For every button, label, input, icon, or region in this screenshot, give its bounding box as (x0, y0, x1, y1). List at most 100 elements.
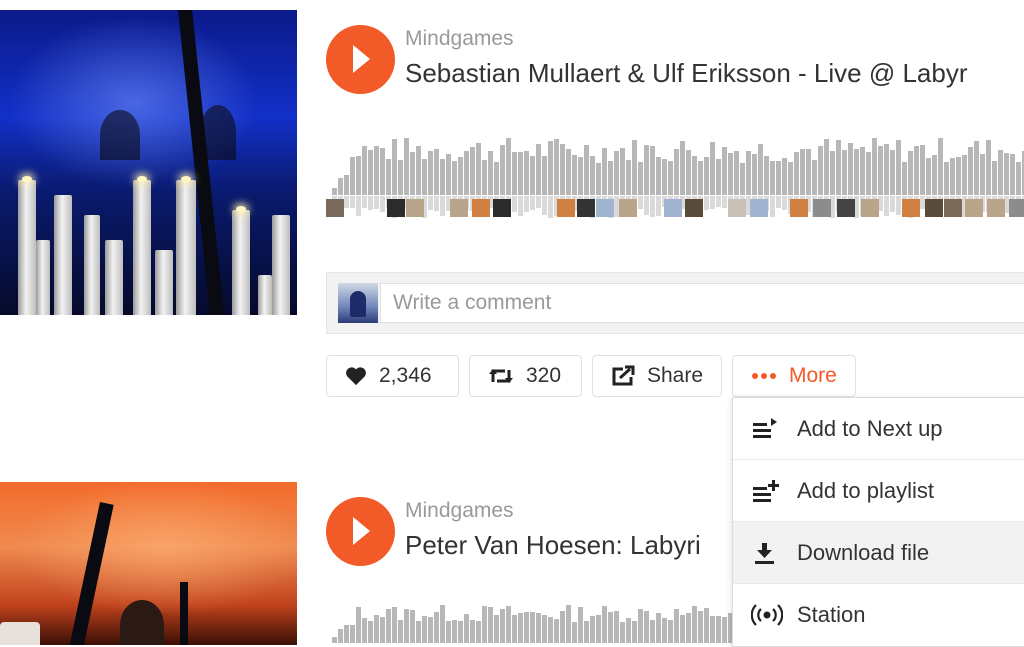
waveform-bar (458, 156, 463, 195)
waveform-bar (614, 151, 619, 195)
waveform-bar (596, 162, 601, 195)
waveform-comment-avatar[interactable] (728, 199, 746, 217)
track-uploader[interactable]: Mindgames (405, 499, 514, 523)
comment-input[interactable] (380, 283, 1024, 323)
waveform-bar (530, 156, 535, 195)
waveform-bar (554, 618, 559, 643)
waveform-bar (866, 151, 871, 195)
waveform-comment-avatar[interactable] (750, 199, 768, 217)
artwork-candle (105, 240, 123, 315)
waveform-bar (644, 611, 649, 643)
waveform-comment-avatar[interactable] (1009, 199, 1024, 217)
menu-item-download-file[interactable]: Download file (733, 522, 1024, 584)
repost-button[interactable]: 320 (469, 355, 582, 397)
waveform-bar (746, 151, 751, 195)
waveform-bar (758, 144, 763, 195)
waveform-comment-avatar[interactable] (965, 199, 983, 217)
waveform-bar (926, 157, 931, 195)
waveform-comment-avatar[interactable] (557, 199, 575, 217)
waveform-bar (824, 139, 829, 195)
more-button[interactable]: More (732, 355, 856, 397)
play-button[interactable] (326, 497, 395, 566)
waveform-comment-avatar[interactable] (493, 199, 511, 217)
track-uploader[interactable]: Mindgames (405, 27, 514, 51)
waveform-bar (662, 158, 667, 195)
waveform-comment-avatar[interactable] (577, 199, 595, 217)
waveform-bar (392, 138, 397, 195)
waveform-comment-avatar[interactable] (902, 199, 920, 217)
menu-item-add-to-next-up[interactable]: Add to Next up (733, 398, 1024, 460)
waveform-comment-avatar[interactable] (685, 199, 703, 217)
waveform[interactable] (326, 122, 1024, 228)
waveform-bar (728, 152, 733, 195)
waveform-bar (668, 620, 673, 643)
track-artwork[interactable] (0, 482, 297, 645)
waveform-comment-avatar[interactable] (987, 199, 1005, 217)
waveform-bar (482, 159, 487, 195)
track-title[interactable]: Peter Van Hoesen: Labyri (405, 530, 701, 561)
waveform-bar (494, 615, 499, 643)
menu-item-station[interactable]: Station (733, 584, 1024, 646)
waveform-bar (494, 161, 499, 195)
waveform-bar (938, 138, 943, 195)
like-button[interactable]: 2,346 (326, 355, 459, 397)
waveform-comment-avatar[interactable] (925, 199, 943, 217)
waveform-comment-avatar[interactable] (326, 199, 344, 217)
waveform-bar (680, 141, 685, 195)
waveform-comment-avatar[interactable] (472, 199, 490, 217)
waveform-bar (368, 196, 373, 210)
waveform-comment-avatar[interactable] (813, 199, 831, 217)
menu-item-add-to-playlist[interactable]: Add to playlist (733, 460, 1024, 522)
waveform-bar (512, 151, 517, 195)
more-dots-icon (751, 372, 777, 380)
waveform-bar (692, 155, 697, 195)
waveform-bar (680, 614, 685, 643)
waveform-bar (440, 159, 445, 195)
waveform-comment-avatar[interactable] (664, 199, 682, 217)
track-artwork[interactable] (0, 10, 297, 315)
share-button[interactable]: Share (592, 355, 722, 397)
waveform-bar (404, 609, 409, 643)
waveform-bar (440, 605, 445, 643)
waveform-bar (524, 611, 529, 643)
waveform-bar (656, 157, 661, 195)
waveform-comment-avatar[interactable] (596, 199, 614, 217)
waveform-comment-avatar[interactable] (387, 199, 405, 217)
waveform-bar (896, 140, 901, 195)
waveform-bar (716, 196, 721, 207)
waveform-bar (950, 158, 955, 195)
waveform-comment-avatar[interactable] (790, 199, 808, 217)
waveform-bar (380, 148, 385, 195)
waveform-bar (356, 196, 361, 216)
artwork-flame (236, 206, 246, 212)
waveform-bar (518, 151, 523, 195)
artwork-candle (18, 180, 36, 315)
waveform-comment-avatar[interactable] (450, 199, 468, 217)
waveform-bar (506, 606, 511, 643)
waveform-bar (536, 613, 541, 643)
waveform-bar (350, 157, 355, 195)
waveform-bar (620, 621, 625, 643)
waveform[interactable] (326, 595, 736, 645)
waveform-comment-avatar[interactable] (619, 199, 637, 217)
waveform-bar (674, 608, 679, 643)
waveform-bar (524, 196, 529, 212)
waveform-bar (512, 196, 517, 213)
artwork-pole (180, 582, 188, 645)
waveform-bar (590, 156, 595, 195)
artwork-candle (54, 195, 72, 315)
waveform-comment-avatar[interactable] (837, 199, 855, 217)
waveform-bar (434, 196, 439, 211)
waveform-comment-avatar[interactable] (406, 199, 424, 217)
waveform-bar (578, 607, 583, 643)
waveform-comment-avatar[interactable] (944, 199, 962, 217)
waveform-comment-avatar[interactable] (861, 199, 879, 217)
waveform-bar (986, 139, 991, 195)
waveform-bar (374, 615, 379, 643)
play-button[interactable] (326, 25, 395, 94)
track-title[interactable]: Sebastian Mullaert & Ulf Eriksson - Live… (405, 58, 968, 89)
waveform-bar (740, 162, 745, 195)
waveform-bar (1016, 161, 1021, 195)
waveform-bar (602, 606, 607, 643)
waveform-bar (356, 606, 361, 643)
